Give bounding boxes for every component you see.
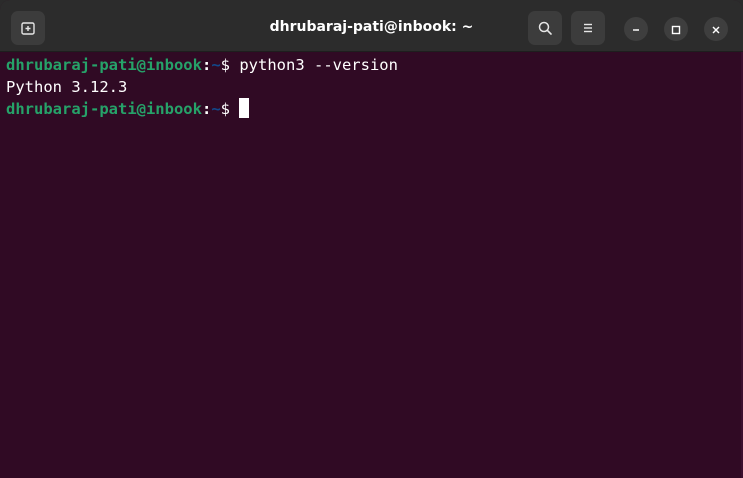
terminal-line: dhrubaraj-pati@inbook:~$ python3 --versi… (6, 54, 737, 76)
terminal-line: Python 3.12.3 (6, 76, 737, 98)
prompt-symbol: $ (220, 100, 240, 118)
new-tab-icon (20, 20, 36, 36)
command-text: python3 --version (239, 56, 398, 74)
prompt-path: ~ (211, 56, 221, 74)
minimize-button[interactable] (624, 17, 648, 41)
maximize-icon (671, 20, 681, 39)
maximize-button[interactable] (664, 17, 688, 41)
minimize-icon (631, 20, 641, 39)
close-icon (711, 20, 721, 39)
command-output: Python 3.12.3 (6, 78, 128, 96)
title-bar[interactable]: dhrubaraj-pati@inbook: ~ (0, 0, 743, 52)
hamburger-menu-icon (580, 20, 596, 36)
close-button[interactable] (704, 17, 728, 41)
prompt-user-host: dhrubaraj-pati@inbook (6, 100, 202, 118)
terminal-line: dhrubaraj-pati@inbook:~$ (6, 98, 737, 120)
menu-button[interactable] (571, 11, 605, 45)
window-title: dhrubaraj-pati@inbook: ~ (269, 19, 474, 35)
prompt-colon: : (201, 100, 212, 118)
terminal-area[interactable]: dhrubaraj-pati@inbook:~$ python3 --versi… (0, 52, 743, 478)
prompt-colon: : (201, 56, 212, 74)
terminal-window: dhrubaraj-pati@inbook: ~ dhrubaraj-pati@… (0, 0, 743, 478)
prompt-symbol: $ (220, 56, 240, 74)
new-tab-button[interactable] (11, 11, 45, 45)
text-cursor (239, 98, 250, 118)
search-icon (537, 20, 553, 36)
prompt-user-host: dhrubaraj-pati@inbook (6, 56, 202, 74)
prompt-path: ~ (211, 100, 221, 118)
search-button[interactable] (528, 11, 562, 45)
